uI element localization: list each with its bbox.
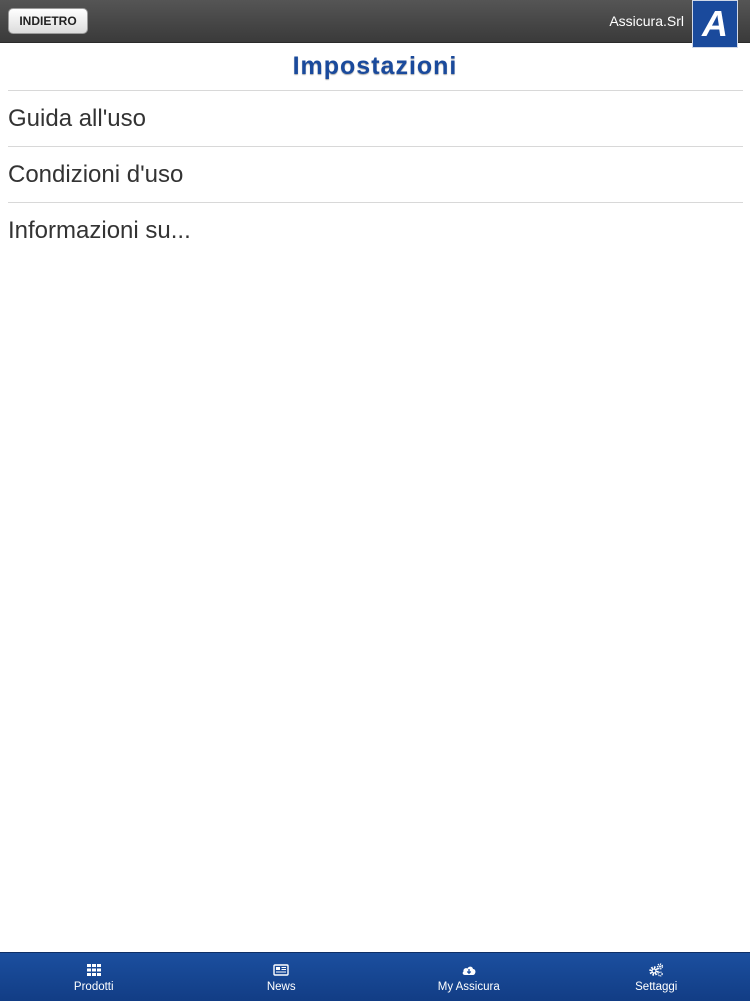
tab-bar: Prodotti News My Assicura Settaggi xyxy=(0,952,750,1001)
back-button[interactable]: INDIETRO xyxy=(8,8,88,34)
grid-icon xyxy=(86,962,102,978)
tab-label: News xyxy=(267,981,296,993)
tab-news[interactable]: News xyxy=(188,953,376,1001)
newspaper-icon xyxy=(273,962,289,978)
top-bar: INDIETRO Assicura.Srl A xyxy=(0,0,750,43)
menu-item-terms-of-use[interactable]: Condizioni d'uso xyxy=(8,147,743,203)
menu-item-about[interactable]: Informazioni su... xyxy=(8,203,743,259)
tab-prodotti[interactable]: Prodotti xyxy=(0,953,188,1001)
gears-icon xyxy=(648,962,664,978)
cloud-download-icon xyxy=(461,962,477,978)
page-title: Impostazioni xyxy=(0,52,750,81)
brand-name: Assicura.Srl xyxy=(609,13,684,29)
tab-my-assicura[interactable]: My Assicura xyxy=(375,953,563,1001)
logo-letter: A xyxy=(702,6,728,42)
tab-label: Settaggi xyxy=(635,981,677,993)
app-logo: A xyxy=(692,0,738,48)
tab-settaggi[interactable]: Settaggi xyxy=(563,953,750,1001)
settings-menu: Guida all'uso Condizioni d'uso Informazi… xyxy=(8,90,743,259)
tab-label: Prodotti xyxy=(74,981,114,993)
tab-label: My Assicura xyxy=(438,981,500,993)
menu-item-user-guide[interactable]: Guida all'uso xyxy=(8,91,743,147)
